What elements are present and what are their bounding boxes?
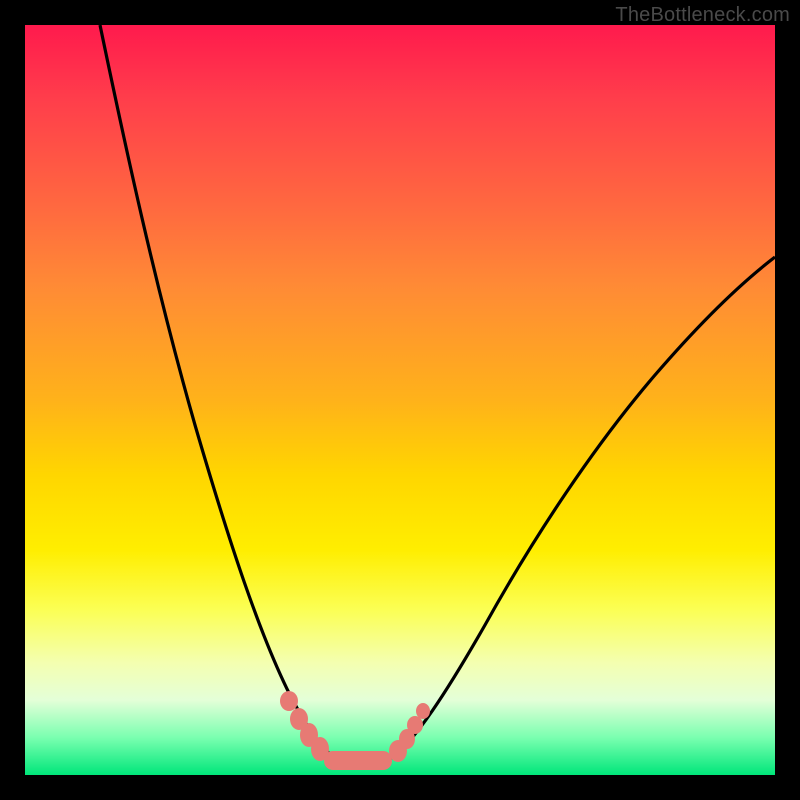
bottleneck-curve [25, 25, 775, 775]
curve-left-branch [100, 25, 335, 758]
marker-lozenge [324, 751, 392, 770]
curve-right-branch [393, 257, 775, 757]
marker-group [280, 691, 430, 770]
watermark-text: TheBottleneck.com [615, 4, 790, 27]
marker-dot [407, 716, 423, 734]
chart-plot-area [25, 25, 775, 775]
marker-dot [416, 703, 430, 719]
marker-dot [280, 691, 298, 711]
